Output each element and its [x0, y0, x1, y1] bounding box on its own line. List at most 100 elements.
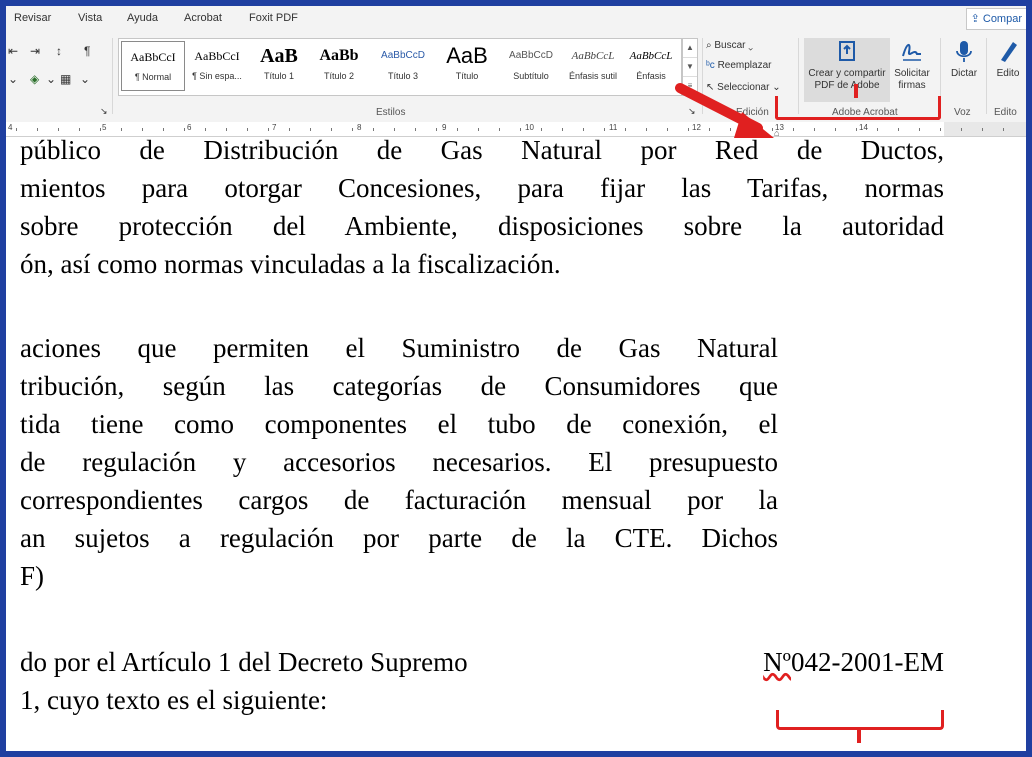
create-share-label-2: PDF de Adobe [814, 80, 880, 91]
doc-line: F) [20, 561, 45, 591]
ruler-tick [394, 128, 395, 131]
ruler-tick [457, 128, 458, 131]
menu-ayuda[interactable]: Ayuda [127, 12, 158, 24]
request-signatures-button[interactable]: Solicitar firmas [890, 38, 934, 102]
voice-group-label: Voz [954, 107, 971, 118]
ruler-tick [352, 128, 353, 131]
ruler-tick [247, 128, 248, 131]
chevron-down-icon[interactable]: ⌄ [8, 72, 18, 86]
ruler-tick [163, 128, 164, 131]
doc-line: tribución, según las categorías de Consu… [20, 371, 778, 401]
editor-pen-icon [1001, 42, 1017, 62]
ruler-tick [646, 128, 647, 131]
style-titulo-2[interactable]: AaBb Título 2 [307, 41, 371, 91]
ruler-tick [478, 128, 479, 131]
create-share-pdf-button[interactable]: Crear y compartir PDF de Adobe [804, 38, 890, 102]
ruler-tick [499, 128, 500, 131]
editor-button[interactable]: Edito [990, 38, 1026, 102]
style-name: Título [455, 71, 479, 81]
style-name: Título 2 [323, 71, 354, 81]
annotation-bracket-stem [854, 84, 858, 98]
decrease-indent-icon[interactable]: ⇤ [8, 44, 18, 58]
signature-icon [902, 44, 921, 61]
word-window: Revisar Vista Ayuda Acrobat Foxit PDF ⇪ … [6, 6, 1026, 751]
ruler-tick [205, 128, 206, 131]
ruler-tick [331, 128, 332, 131]
shading-icon[interactable]: ◈ [30, 72, 39, 86]
style-sample: AaBbCcL [571, 50, 615, 62]
search-icon: ⌕ [706, 40, 712, 51]
style-titulo-1[interactable]: AaB Título 1 [247, 41, 311, 91]
ruler-tick [961, 128, 962, 131]
editor-label: Edito [996, 68, 1020, 79]
doc-line: do por el Artículo 1 del Decreto Supremo… [20, 647, 944, 678]
chevron-down-icon[interactable]: ⌄ [46, 72, 56, 86]
ruler-number: 6 [187, 123, 192, 132]
request-signatures-label-2: firmas [898, 80, 926, 91]
style-titulo[interactable]: AaB Título [435, 41, 499, 91]
document-page[interactable]: público de Distribución de Gas Natural p… [6, 135, 1026, 751]
ruler-tick [541, 128, 542, 131]
sort-icon[interactable]: ↕ [56, 44, 62, 58]
ruler-tick [121, 128, 122, 131]
menu-acrobat[interactable]: Acrobat [184, 12, 222, 24]
doc-text: 042-2001-EM [791, 647, 944, 677]
ruler-tick [1003, 128, 1004, 131]
style-name: Subtítulo [513, 71, 549, 81]
ruler-tick [793, 128, 794, 131]
pdf-share-icon [839, 41, 855, 61]
microphone-icon [956, 41, 972, 62]
chevron-down-icon[interactable]: ⌄ [80, 72, 90, 86]
search-button[interactable]: ⌕ Buscar ⌄ [706, 40, 753, 51]
style-sample: AaB [446, 43, 488, 68]
pilcrow-icon[interactable]: ¶ [84, 44, 90, 58]
menu-bar: Revisar Vista Ayuda Acrobat Foxit PDF ⇪ … [6, 6, 1026, 30]
ruler-tick [814, 128, 815, 131]
menu-revisar[interactable]: Revisar [14, 12, 51, 24]
create-share-label-1: Crear y compartir [808, 68, 886, 79]
ruler-number: 8 [357, 123, 362, 132]
ruler-tick [562, 128, 563, 131]
ruler-tick [982, 128, 983, 131]
ruler-tick [667, 128, 668, 131]
doc-line: tida tiene como componentes el tubo de c… [20, 409, 778, 439]
replace-button[interactable]: ᵇc Reemplazar [706, 60, 771, 71]
editor-group-label: Edito [994, 107, 1017, 118]
doc-line: de regulación y accesorios necesarios. E… [20, 447, 778, 477]
group-separator [986, 38, 987, 114]
doc-line: sobre protección del Ambiente, disposici… [20, 211, 944, 241]
menu-vista[interactable]: Vista [78, 12, 102, 24]
chevron-down-icon[interactable]: ▼ [683, 58, 697, 77]
style-enfasis-sutil[interactable]: AaBbCcL Énfasis sutil [561, 41, 625, 91]
ruler-tick [142, 128, 143, 131]
increase-indent-icon[interactable]: ⇥ [30, 44, 40, 58]
doc-line: mientos para otorgar Concesiones, para f… [20, 173, 944, 203]
doc-line: aciones que permiten el Suministro de Ga… [20, 333, 778, 363]
dictate-button[interactable]: Dictar [946, 38, 982, 102]
style-sample: AaB [260, 45, 298, 67]
ruler-number: 10 [525, 123, 534, 132]
borders-icon[interactable]: ▦ [60, 72, 71, 86]
group-separator [112, 38, 113, 114]
style-sample: AaBb [319, 47, 359, 64]
style-normal[interactable]: AaBbCcI ¶ Normal [121, 41, 185, 91]
ruler-tick [940, 128, 941, 131]
ruler-number: 9 [442, 123, 447, 132]
menu-foxit-pdf[interactable]: Foxit PDF [249, 12, 298, 24]
ruler-number: 7 [272, 123, 277, 132]
annotation-brace-stem [857, 727, 861, 743]
doc-line: an sujetos a regulación por parte de la … [20, 523, 778, 553]
style-subtitulo[interactable]: AaBbCcD Subtítulo [499, 41, 563, 91]
ruler-number: 5 [102, 123, 107, 132]
style-titulo-3[interactable]: AaBbCcD Título 3 [371, 41, 435, 91]
dialog-launcher-icon[interactable]: ↘ [100, 106, 108, 117]
share-button[interactable]: ⇪ Compar [965, 8, 1026, 30]
doc-line: ón, así como normas vinculadas a la fisc… [20, 249, 561, 279]
ruler-tick [583, 128, 584, 131]
doc-line: correspondientes cargos de facturación m… [20, 485, 778, 515]
style-sin-espaciado[interactable]: AaBbCcI ¶ Sin espa... [185, 41, 249, 91]
style-sample: AaBbCcD [509, 50, 553, 61]
spelling-flag[interactable]: Nº [763, 647, 791, 678]
ruler-tick [58, 128, 59, 131]
chevron-up-icon[interactable]: ▲ [683, 39, 697, 58]
